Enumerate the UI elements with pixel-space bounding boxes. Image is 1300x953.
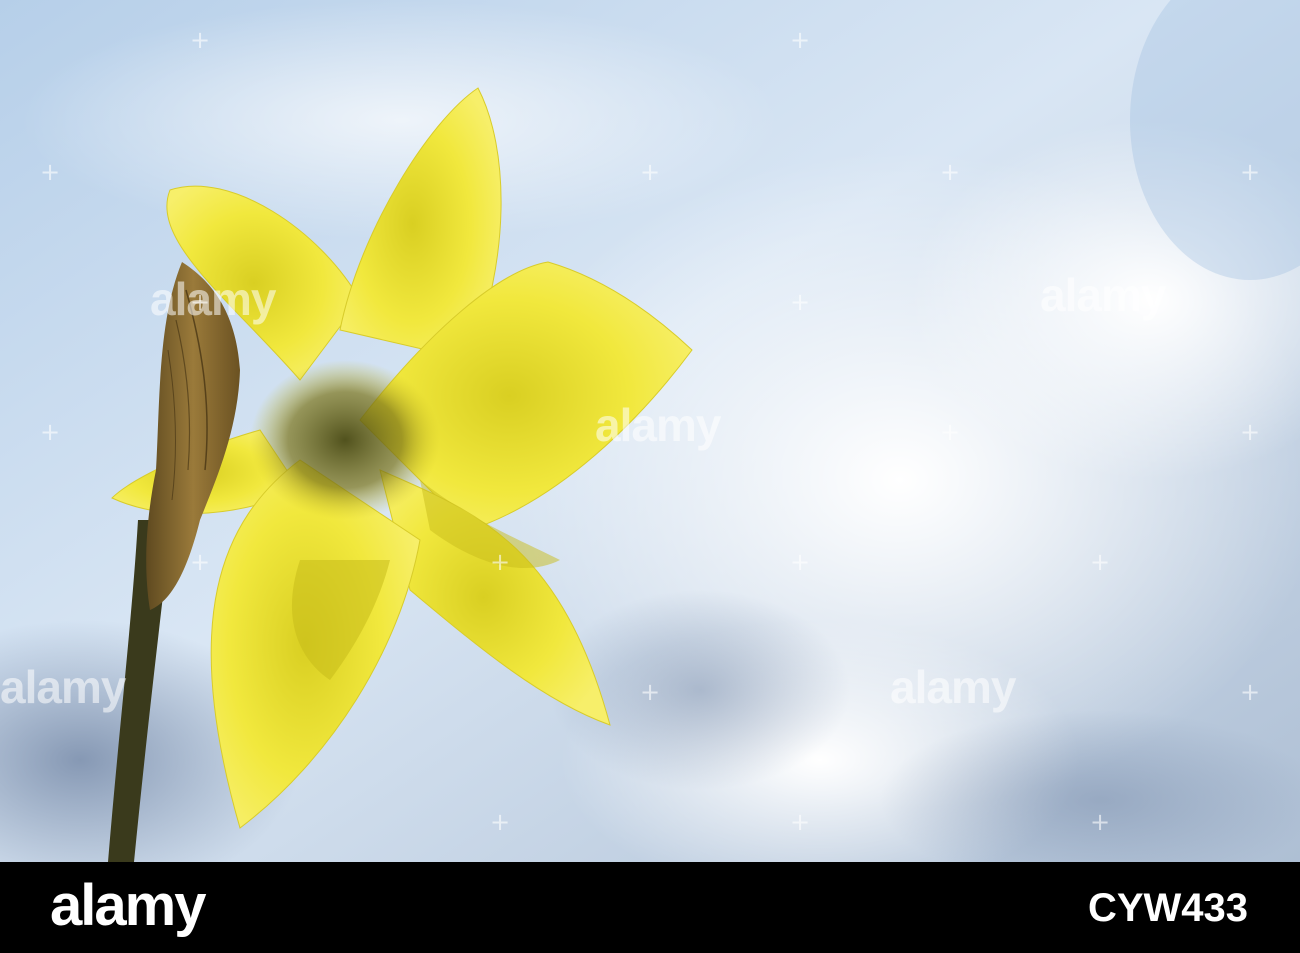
stock-photo-frame: alamy alamy alamy alamy alamy + + + + + …	[0, 0, 1300, 953]
footer-bar: alamy CYW433	[0, 862, 1300, 953]
alamy-logo: alamy	[50, 873, 206, 938]
daffodil-photo: alamy alamy alamy alamy alamy + + + + + …	[0, 0, 1300, 862]
image-id: CYW433	[1087, 886, 1248, 930]
daffodil-icon	[0, 0, 1300, 862]
